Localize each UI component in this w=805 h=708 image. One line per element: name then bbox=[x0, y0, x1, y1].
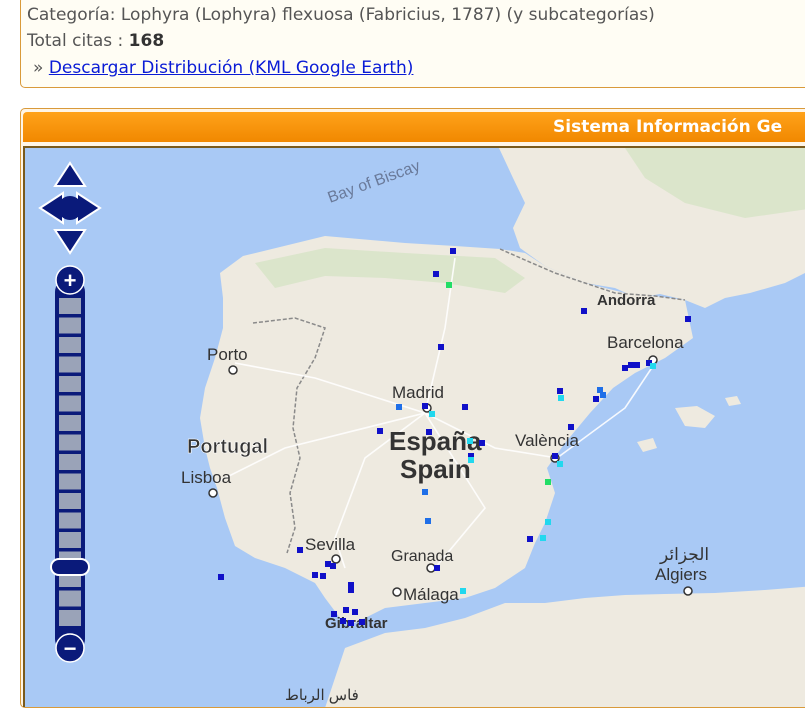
total-label: Total citas : bbox=[27, 31, 129, 51]
record-point bbox=[352, 609, 358, 615]
zoom-level[interactable] bbox=[59, 415, 81, 431]
record-point bbox=[545, 519, 551, 525]
pan-control[interactable] bbox=[38, 161, 102, 255]
panel-header: Sistema Información Ge bbox=[23, 112, 805, 142]
record-point bbox=[218, 574, 224, 580]
record-point bbox=[331, 611, 337, 617]
map-canvas[interactable]: Bay of Biscay Porto Portugal Lisboa Madr… bbox=[25, 148, 805, 707]
zoom-level[interactable] bbox=[59, 376, 81, 392]
land-balearics bbox=[637, 396, 741, 452]
gis-panel: Sistema Información Ge Bay of Biscay Por… bbox=[20, 108, 805, 708]
record-point bbox=[479, 440, 485, 446]
zoom-level[interactable] bbox=[59, 454, 81, 470]
label-lisboa: Lisboa bbox=[181, 468, 232, 487]
record-point bbox=[396, 404, 402, 410]
record-point bbox=[433, 271, 439, 277]
zoom-level[interactable] bbox=[59, 395, 81, 412]
record-point bbox=[628, 362, 634, 368]
record-point bbox=[468, 457, 474, 463]
record-point bbox=[545, 479, 551, 485]
record-point bbox=[330, 563, 336, 569]
record-point bbox=[462, 404, 468, 410]
label-gibraltar: Gibraltar bbox=[325, 615, 388, 632]
record-point bbox=[425, 518, 431, 524]
label-sevilla: Sevilla bbox=[305, 535, 356, 554]
label-spain: Spain bbox=[400, 454, 471, 484]
zoom-out-icon[interactable]: − bbox=[64, 636, 77, 661]
zoom-level[interactable] bbox=[59, 337, 81, 353]
download-kml-link[interactable]: Descargar Distribución (KML Google Earth… bbox=[49, 58, 414, 78]
label-bay-of-biscay: Bay of Biscay bbox=[326, 158, 423, 207]
label-valencia: València bbox=[515, 431, 579, 450]
label-algiers: Algiers bbox=[655, 565, 707, 584]
zoom-level[interactable] bbox=[59, 317, 81, 334]
zoom-levels[interactable] bbox=[59, 298, 81, 626]
zoom-level[interactable] bbox=[59, 610, 81, 626]
zoom-level[interactable] bbox=[59, 532, 81, 548]
record-point bbox=[450, 248, 456, 254]
record-point bbox=[685, 316, 691, 322]
chevron-right-icon: » bbox=[33, 58, 44, 78]
record-point bbox=[557, 461, 563, 467]
record-point bbox=[540, 535, 546, 541]
total-value: 168 bbox=[128, 31, 165, 51]
zoom-level[interactable] bbox=[59, 298, 81, 314]
record-point bbox=[422, 403, 428, 409]
record-point bbox=[348, 620, 354, 626]
label-madrid: Madrid bbox=[392, 383, 444, 402]
record-point bbox=[340, 618, 346, 624]
record-point bbox=[581, 308, 587, 314]
total-citations: Total citas : 168 bbox=[27, 31, 164, 51]
label-portugal: Portugal bbox=[187, 436, 268, 458]
record-point bbox=[558, 395, 564, 401]
category-text: Categoría: Lophyra (Lophyra) flexuosa (F… bbox=[27, 5, 655, 25]
pan-down-icon[interactable] bbox=[53, 229, 87, 255]
record-point bbox=[527, 536, 533, 542]
record-point bbox=[634, 362, 640, 368]
panel-title: Sistema Información Ge bbox=[553, 117, 783, 137]
record-point bbox=[343, 607, 349, 613]
record-point bbox=[377, 428, 383, 434]
record-point bbox=[467, 438, 473, 444]
record-point bbox=[446, 282, 452, 288]
zoom-level[interactable] bbox=[59, 356, 81, 373]
record-point bbox=[600, 392, 606, 398]
zoom-control[interactable]: + − bbox=[50, 265, 90, 663]
record-point bbox=[650, 363, 656, 369]
pan-up-icon[interactable] bbox=[53, 161, 87, 187]
zoom-level[interactable] bbox=[59, 493, 81, 509]
zoom-level[interactable] bbox=[59, 512, 81, 529]
record-point bbox=[429, 411, 435, 417]
download-row: » Descargar Distribución (KML Google Ear… bbox=[33, 58, 413, 78]
record-point bbox=[422, 489, 428, 495]
zoom-level[interactable] bbox=[59, 590, 81, 607]
label-porto: Porto bbox=[207, 345, 248, 364]
label-barcelona: Barcelona bbox=[607, 333, 684, 352]
record-point bbox=[320, 573, 326, 579]
label-morocco-arabic: فاس الرباط bbox=[285, 687, 359, 704]
zoom-level[interactable] bbox=[59, 473, 81, 490]
record-point bbox=[434, 565, 440, 571]
record-point bbox=[568, 424, 574, 430]
record-point bbox=[312, 572, 318, 578]
record-point bbox=[552, 453, 558, 459]
record-point bbox=[438, 344, 444, 350]
label-andorra: Andorra bbox=[597, 292, 656, 309]
record-point bbox=[557, 388, 563, 394]
record-point bbox=[426, 429, 432, 435]
label-granada: Granada bbox=[391, 548, 453, 565]
zoom-level[interactable] bbox=[59, 434, 81, 451]
record-point bbox=[622, 365, 628, 371]
record-point bbox=[348, 587, 354, 593]
record-point bbox=[460, 588, 466, 594]
zoom-slider-handle[interactable] bbox=[50, 558, 90, 576]
record-point bbox=[359, 619, 365, 625]
record-point bbox=[297, 547, 303, 553]
record-point bbox=[593, 396, 599, 402]
info-box: Categoría: Lophyra (Lophyra) flexuosa (F… bbox=[20, 0, 805, 88]
label-malaga: Málaga bbox=[403, 585, 459, 604]
zoom-in-icon[interactable]: + bbox=[64, 268, 77, 293]
map-view[interactable]: Bay of Biscay Porto Portugal Lisboa Madr… bbox=[23, 146, 805, 707]
label-algiers-arabic: الجزائر bbox=[659, 545, 709, 565]
